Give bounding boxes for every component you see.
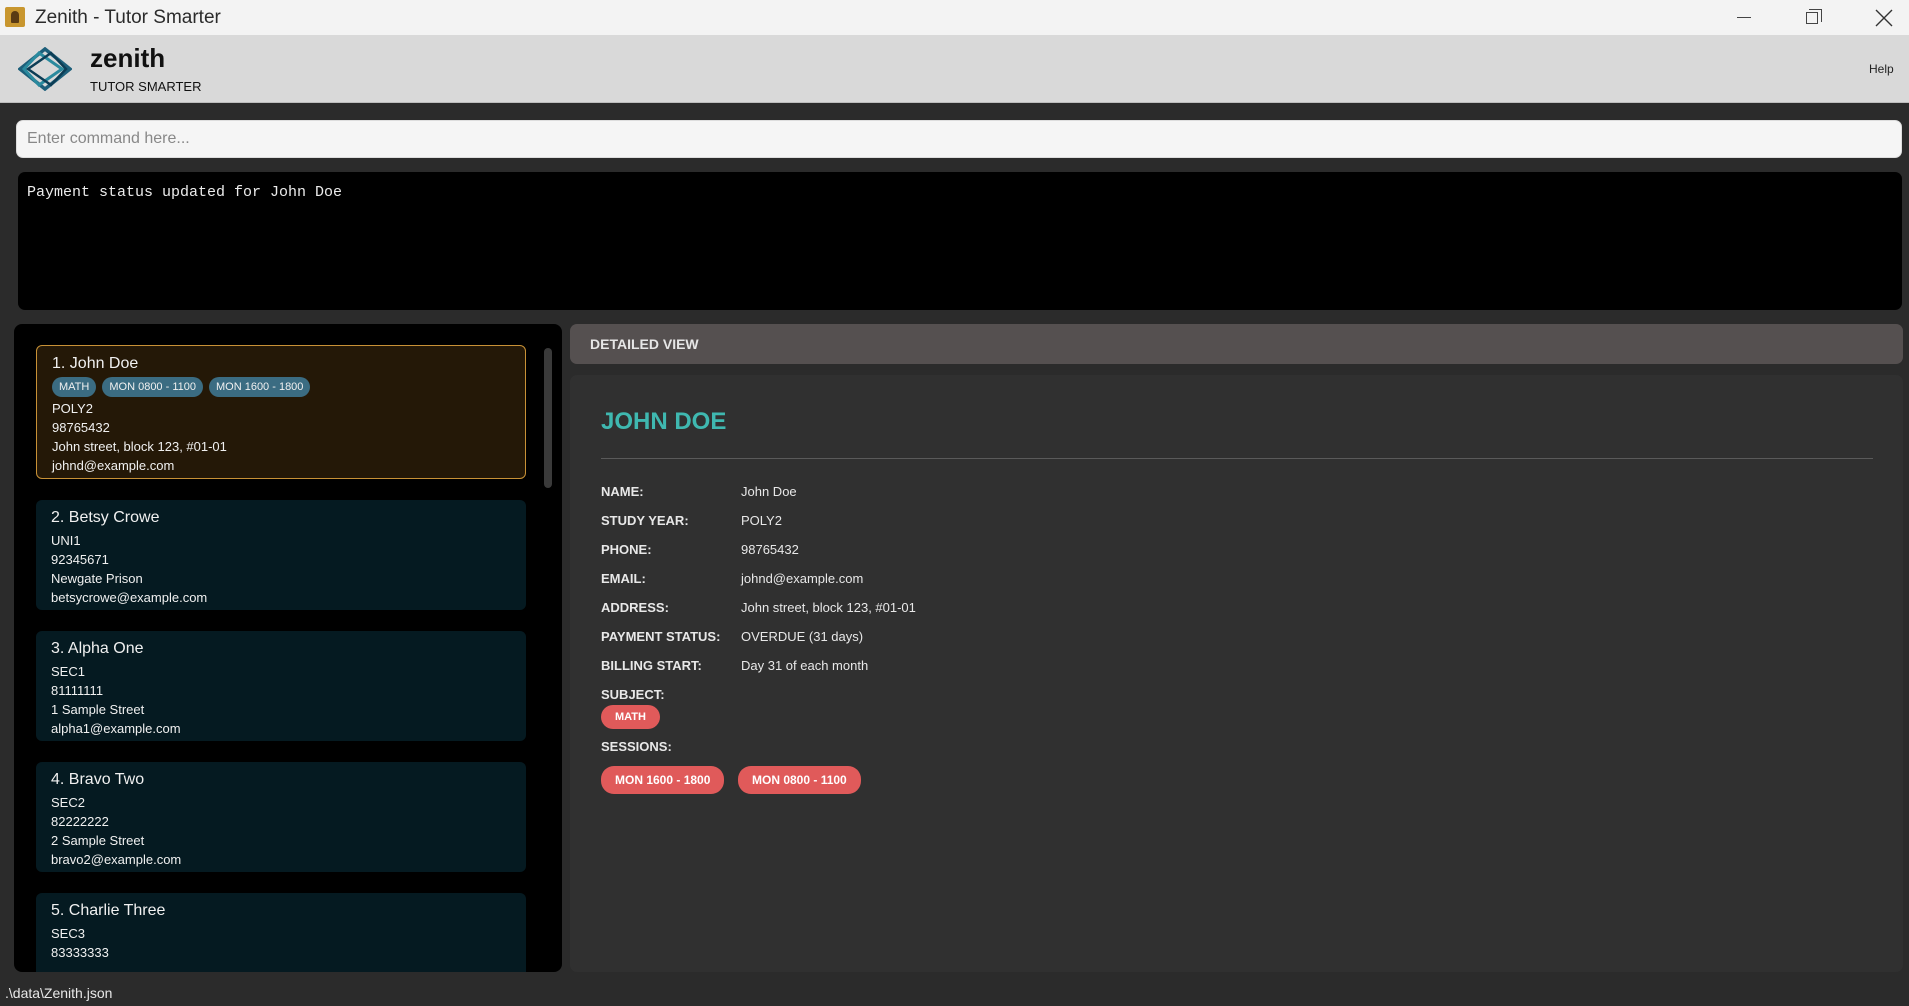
field-label: NAME: [601, 484, 644, 499]
session-pill: MON 0800 - 1100 [738, 766, 861, 794]
student-email: bravo2@example.com [51, 852, 182, 867]
student-card[interactable]: 1. John Doe MATH MON 0800 - 1100 MON 160… [36, 345, 526, 479]
field-label: ADDRESS: [601, 600, 669, 615]
student-name: 5. Charlie Three [51, 902, 166, 919]
student-card[interactable]: 2. Betsy Crowe UNI1 92345671 Newgate Pri… [36, 500, 526, 610]
restore-icon [1806, 8, 1822, 24]
tag: MATH [52, 377, 97, 397]
title-bar: Zenith - Tutor Smarter [0, 0, 1909, 35]
field-label: EMAIL: [601, 571, 646, 586]
student-email: alpha1@example.com [51, 721, 181, 736]
student-tags: MATH MON 0800 - 1100 MON 1600 - 1800 [52, 377, 510, 397]
student-year: SEC2 [51, 795, 85, 810]
zenith-logo-icon [18, 47, 72, 91]
minimize-button[interactable] [1712, 0, 1776, 35]
student-address: 1 Sample Street [51, 702, 145, 717]
divider [601, 458, 1873, 459]
field-value: OVERDUE (31 days) [741, 629, 864, 644]
student-phone: 81111111 [51, 683, 104, 698]
field-value: POLY2 [741, 513, 782, 528]
tag: MON 1600 - 1800 [208, 377, 311, 397]
student-year: SEC3 [51, 926, 85, 941]
result-message: Payment status updated for John Doe [27, 184, 343, 201]
student-name: 1. John Doe [52, 355, 139, 372]
field-value: 98765432 [741, 542, 799, 557]
student-address: 2 Sample Street [51, 833, 145, 848]
subject-pill: MATH [601, 705, 660, 729]
student-year: UNI1 [51, 533, 81, 548]
student-name: 4. Bravo Two [51, 771, 145, 788]
student-phone: 83333333 [51, 945, 109, 960]
student-name: 3. Alpha One [51, 640, 144, 657]
student-card[interactable]: 5. Charlie Three SEC3 83333333 [36, 893, 526, 972]
status-bar: .\data\Zenith.json [0, 982, 1909, 1006]
app-icon [5, 7, 25, 27]
field-value: John street, block 123, #01-01 [741, 600, 916, 615]
student-year: POLY2 [52, 401, 93, 416]
result-display[interactable]: Payment status updated for John Doe [18, 172, 1902, 310]
student-phone: 98765432 [52, 420, 110, 435]
student-phone: 92345671 [51, 552, 109, 567]
field-label: PHONE: [601, 542, 652, 557]
close-icon [1875, 9, 1893, 26]
field-label: STUDY YEAR: [601, 513, 689, 528]
student-email: johnd@example.com [52, 458, 175, 473]
list-scrollbar[interactable] [544, 348, 552, 488]
app-header: zenith TUTOR SMARTER Help [0, 35, 1909, 103]
minimize-icon [1737, 17, 1751, 18]
student-email: betsycrowe@example.com [51, 590, 208, 605]
detail-view: JOHN DOE NAME: John Doe STUDY YEAR: POLY… [570, 375, 1903, 972]
brand-tagline: TUTOR SMARTER [90, 79, 202, 94]
field-value: Day 31 of each month [741, 658, 869, 673]
student-card[interactable]: 4. Bravo Two SEC2 82222222 2 Sample Stre… [36, 762, 526, 872]
brand-name: zenith [90, 43, 166, 73]
session-pill: MON 1600 - 1800 [601, 766, 725, 794]
detail-header: DETAILED VIEW [570, 324, 1903, 364]
student-phone: 82222222 [51, 814, 109, 829]
student-address: Newgate Prison [51, 571, 143, 586]
sessions-label: SESSIONS: [601, 739, 672, 754]
student-address: John street, block 123, #01-01 [52, 439, 227, 454]
window-title: Zenith - Tutor Smarter [35, 7, 221, 28]
detail-name-heading: JOHN DOE [601, 408, 727, 435]
data-file-path: .\data\Zenith.json [5, 985, 113, 1001]
command-input[interactable] [16, 120, 1902, 158]
tag: MON 0800 - 1100 [102, 377, 203, 397]
subject-label: SUBJECT: [601, 687, 665, 702]
student-year: SEC1 [51, 664, 85, 679]
maximize-button[interactable] [1780, 0, 1844, 35]
field-label: PAYMENT STATUS: [601, 629, 721, 644]
student-card[interactable]: 3. Alpha One SEC1 81111111 1 Sample Stre… [36, 631, 526, 741]
field-value: John Doe [741, 484, 797, 499]
student-list[interactable]: 1. John Doe MATH MON 0800 - 1100 MON 160… [14, 324, 562, 972]
detail-header-title: DETAILED VIEW [590, 336, 699, 352]
close-button[interactable] [1852, 0, 1909, 35]
field-label: BILLING START: [601, 658, 702, 673]
student-name: 2. Betsy Crowe [51, 509, 160, 526]
field-value: johnd@example.com [741, 571, 864, 586]
help-menu[interactable]: Help [1869, 62, 1894, 76]
